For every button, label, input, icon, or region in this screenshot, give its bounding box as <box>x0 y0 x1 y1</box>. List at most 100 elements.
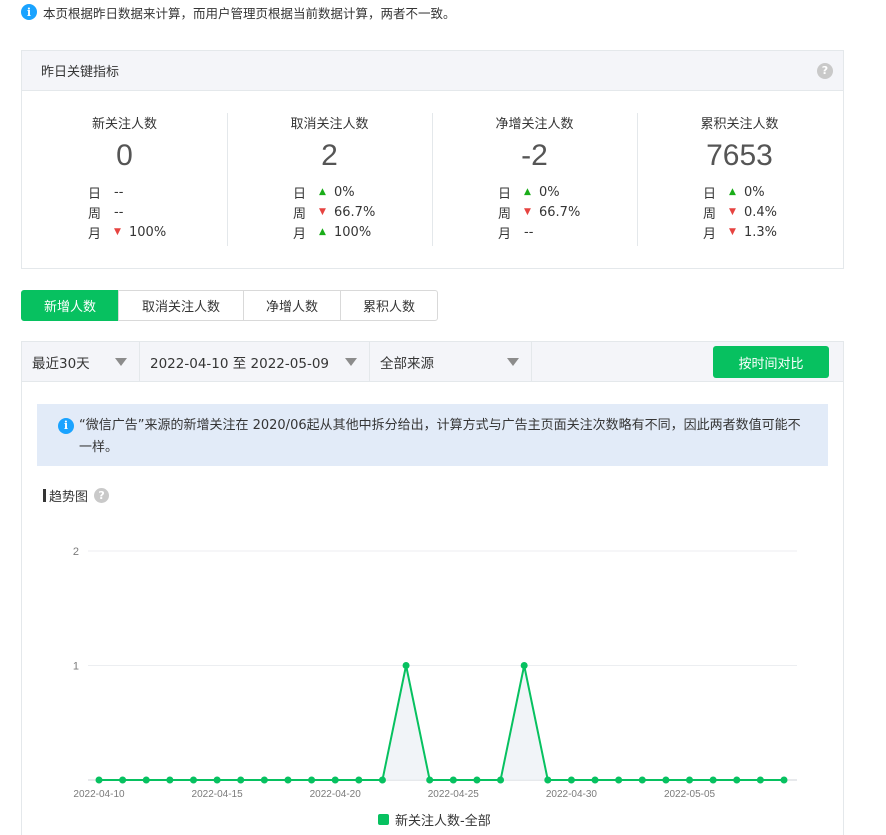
series-line <box>99 665 784 781</box>
data-point <box>119 776 127 784</box>
metric-rows: 日 ▲ 0% 周 ▼ 66.7% 月 -- <box>432 182 637 242</box>
tab-total-users[interactable]: 累积人数 <box>340 290 438 321</box>
change-value: 1.3% <box>744 224 778 240</box>
data-point <box>520 662 528 669</box>
data-point <box>544 776 552 784</box>
period-label: 周 <box>498 206 512 222</box>
data-point <box>473 776 481 784</box>
x-tick-label: 2022-04-20 <box>310 789 362 800</box>
key-metrics-card: 昨日关键指标 ? 新关注人数 0 日 -- 周 -- 月 ▼ 100% 取消关注人数 2 日… <box>21 50 844 269</box>
arrow-up-icon: ▲ <box>729 187 736 197</box>
x-tick-label: 2022-05-05 <box>664 789 716 800</box>
change-value: 100% <box>334 224 372 240</box>
metric-change-row: 日 ▲ 0% <box>293 182 432 202</box>
data-point <box>308 776 316 784</box>
change-value: 100% <box>129 224 167 240</box>
data-point <box>355 776 363 784</box>
x-tick-label: 2022-04-10 <box>73 789 125 800</box>
period-label: 月 <box>498 226 512 242</box>
data-point <box>166 776 174 784</box>
arrow-up-icon: ▲ <box>319 227 326 237</box>
help-icon[interactable]: ? <box>817 62 833 79</box>
period-label: 日 <box>88 186 102 202</box>
metric-change-row: 周 ▼ 66.7% <box>293 202 432 222</box>
data-point <box>615 776 623 784</box>
trend-chart: 1 2 2022-04-10 2022-04-15 2022-04-20 2022-04-… <box>73 546 797 800</box>
notice-text: 本页根据昨日数据来计算，而用户管理页根据当前数据计算，两者不一致。 <box>43 5 456 21</box>
data-point <box>426 776 434 784</box>
chart-legend[interactable]: 新关注人数-全部 <box>378 810 491 829</box>
x-tick-label: 2022-04-30 <box>546 789 598 800</box>
period-label: 日 <box>498 186 512 202</box>
change-value: -- <box>114 204 124 220</box>
data-point <box>686 776 694 784</box>
metric-tabs: 新增人数 取消关注人数 净增人数 累积人数 <box>21 290 438 321</box>
change-value: 66.7% <box>334 204 376 220</box>
data-point <box>709 776 717 784</box>
data-point <box>95 776 103 784</box>
metric-unfollows: 取消关注人数 2 日 ▲ 0% 周 ▼ 66.7% 月 ▲ 100% <box>227 113 432 246</box>
metric-change-row: 月 -- <box>498 222 637 242</box>
period-label: 周 <box>703 206 717 222</box>
period-label: 月 <box>703 226 717 242</box>
data-point <box>402 662 410 669</box>
change-value: 0% <box>539 184 560 200</box>
data-point <box>567 776 575 784</box>
metric-value: -2 <box>521 139 548 172</box>
metric-change-row: 月 ▲ 100% <box>293 222 432 242</box>
metric-title: 取消关注人数 <box>290 117 369 132</box>
data-point <box>662 776 670 784</box>
metric-change-row: 月 ▼ 1.3% <box>703 222 842 242</box>
y-tick-label: 2 <box>73 546 79 558</box>
period-label: 周 <box>88 206 102 222</box>
period-label: 月 <box>88 226 102 242</box>
data-point <box>331 776 339 784</box>
change-value: 66.7% <box>539 204 581 220</box>
change-value: 0% <box>334 184 355 200</box>
card-header: 昨日关键指标 ? <box>22 51 843 91</box>
data-point <box>237 776 245 784</box>
arrow-down-icon: ▼ <box>114 227 121 237</box>
metric-value: 0 <box>116 139 133 172</box>
tab-unfollow-users[interactable]: 取消关注人数 <box>118 290 244 321</box>
period-label: 周 <box>293 206 307 222</box>
data-point <box>213 776 221 784</box>
data-point <box>591 776 599 784</box>
metric-rows: 日 ▲ 0% 周 ▼ 66.7% 月 ▲ 100% <box>227 182 432 242</box>
trend-panel: 最近30天 2022-04-10 至 2022-05-09 全部来源 按时间对比… <box>21 341 844 835</box>
change-value: -- <box>524 224 534 240</box>
arrow-up-icon: ▲ <box>524 187 531 197</box>
metric-rows: 日 -- 周 -- 月 ▼ 100% <box>22 182 227 242</box>
metric-new-follows: 新关注人数 0 日 -- 周 -- 月 ▼ 100% <box>22 113 227 246</box>
change-value: -- <box>114 184 124 200</box>
arrow-down-icon: ▼ <box>524 207 531 217</box>
metric-total-follows: 累积关注人数 7653 日 ▲ 0% 周 ▼ 0.4% 月 ▼ 1.3% <box>637 113 842 246</box>
card-title: 昨日关键指标 <box>41 65 120 80</box>
metric-title: 新关注人数 <box>91 117 157 132</box>
metric-rows: 日 ▲ 0% 周 ▼ 0.4% 月 ▼ 1.3% <box>637 182 842 242</box>
arrow-up-icon: ▲ <box>319 187 326 197</box>
data-point <box>756 776 764 784</box>
metrics-row: 新关注人数 0 日 -- 周 -- 月 ▼ 100% 取消关注人数 2 日 ▲ 0% 周 ▼ 66.7… <box>22 91 843 246</box>
metric-change-row: 月 ▼ 100% <box>88 222 227 242</box>
data-point <box>638 776 646 784</box>
data-point <box>189 776 197 784</box>
metric-change-row: 日 -- <box>88 182 227 202</box>
y-tick-label: 1 <box>73 661 79 673</box>
metric-title: 累积关注人数 <box>700 117 779 132</box>
data-point <box>497 776 505 784</box>
period-label: 月 <box>293 226 307 242</box>
metric-change-row: 周 -- <box>88 202 227 222</box>
x-tick-label: 2022-04-15 <box>192 789 244 800</box>
data-point <box>780 776 788 784</box>
tab-net-users[interactable]: 净增人数 <box>243 290 341 321</box>
data-point <box>733 776 741 784</box>
metric-value: 2 <box>321 139 338 172</box>
tab-new-users[interactable]: 新增人数 <box>21 290 119 321</box>
metric-change-row: 周 ▼ 0.4% <box>703 202 842 222</box>
data-point <box>284 776 292 784</box>
arrow-down-icon: ▼ <box>729 207 736 217</box>
data-point <box>449 776 457 784</box>
metric-value: 7653 <box>706 139 773 172</box>
period-label: 日 <box>703 186 717 202</box>
